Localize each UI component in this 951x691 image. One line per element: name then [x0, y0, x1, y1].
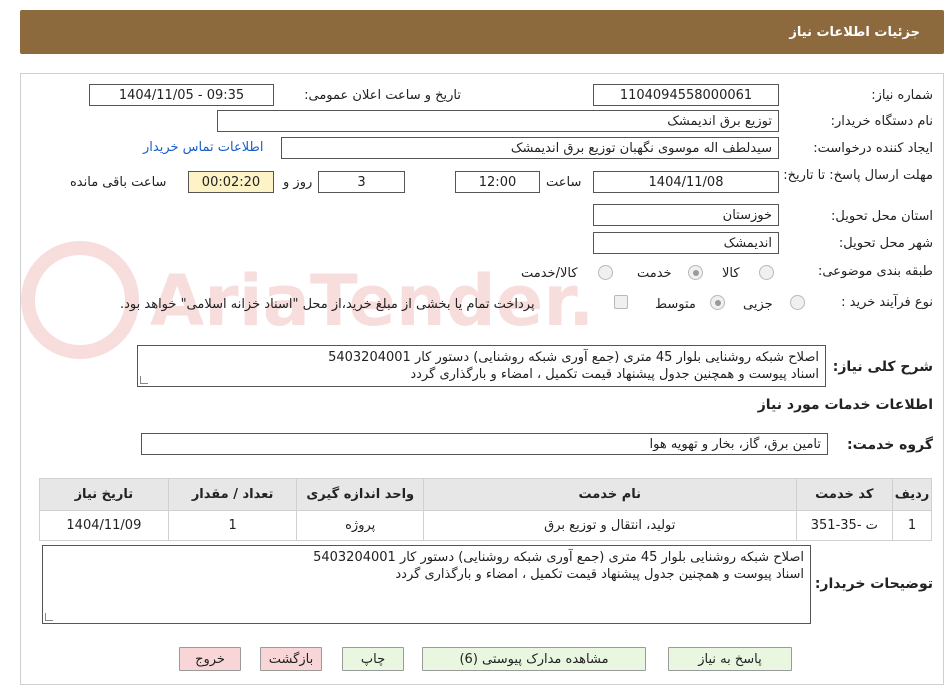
- city-label: شهر محل تحویل:: [838, 236, 933, 251]
- table-row: 1 ت -35-351 تولید، انتقال و توزیع برق پر…: [39, 510, 932, 541]
- days-value: 3: [357, 174, 366, 190]
- days-field: 3: [318, 171, 405, 193]
- requester-value: سیدلطف اله موسوی نگهبان توزیع برق اندیمش…: [510, 140, 772, 156]
- buyer-org-label: نام دستگاه خریدار:: [830, 114, 933, 129]
- treasury-checkbox[interactable]: [614, 295, 628, 309]
- buyer-notes-label: توضیحات خریدار:: [814, 576, 933, 592]
- cell-row-number: 1: [892, 510, 932, 541]
- remaining-time-label: ساعت باقی مانده: [70, 175, 167, 190]
- process-option-minor: جزیی: [743, 297, 773, 312]
- service-group-value: تامین برق، گاز، بخار و تهویه هوا: [649, 436, 821, 452]
- service-group-field: تامین برق، گاز، بخار و تهویه هوا: [141, 433, 828, 455]
- announce-field: 1404/11/05 - 09:35: [89, 84, 274, 106]
- remaining-time-field: 00:02:20: [188, 171, 274, 193]
- category-label: طبقه بندی موضوعی:: [817, 264, 933, 279]
- cell-unit: پروژه: [296, 510, 425, 541]
- col-header-unit: واحد اندازه گیری: [296, 478, 425, 511]
- days-label: روز و: [283, 175, 313, 190]
- page-header: جزئیات اطلاعات نیاز: [20, 10, 944, 54]
- process-label: نوع فرآیند خرید :: [841, 295, 933, 310]
- col-header-need-date: تاریخ نیاز: [39, 478, 169, 511]
- city-field: اندیمشک: [593, 232, 779, 254]
- category-radio-goods[interactable]: [759, 265, 774, 280]
- category-radio-service[interactable]: [688, 265, 703, 280]
- services-table: ردیف کد خدمت نام خدمت واحد اندازه گیری ت…: [39, 478, 932, 541]
- treasury-note: پرداخت تمام یا بخشی از مبلغ خرید،از محل …: [120, 297, 535, 312]
- buyer-org-value: توزیع برق اندیمشک: [667, 113, 772, 129]
- service-group-label: گروه خدمت:: [847, 437, 933, 453]
- buyer-contact-link[interactable]: اطلاعات تماس خریدار: [143, 140, 263, 155]
- deadline-time-field: 12:00: [455, 171, 540, 193]
- province-field: خوزستان: [593, 204, 779, 226]
- page-title: جزئیات اطلاعات نیاز: [789, 24, 920, 40]
- category-radio-goods-service[interactable]: [598, 265, 613, 280]
- col-header-service-code: کد خدمت: [795, 478, 894, 511]
- deadline-time-label: ساعت: [546, 175, 582, 190]
- category-option-service: خدمت: [637, 266, 672, 281]
- deadline-date-field: 1404/11/08: [593, 171, 779, 193]
- remaining-time-value: 00:02:20: [201, 174, 261, 190]
- requester-label: ایجاد کننده درخواست:: [813, 141, 933, 156]
- requester-field: سیدلطف اله موسوی نگهبان توزیع برق اندیمش…: [281, 137, 779, 159]
- reply-button[interactable]: پاسخ به نیاز: [668, 647, 792, 671]
- category-option-goods: کالا: [722, 266, 740, 281]
- province-value: خوزستان: [722, 207, 772, 223]
- resize-handle-icon[interactable]: [140, 376, 148, 384]
- services-section-title: اطلاعات خدمات مورد نیاز: [757, 397, 933, 413]
- deadline-label: مهلت ارسال پاسخ: تا تاریخ:: [783, 168, 933, 183]
- cell-need-date: 1404/11/09: [39, 510, 169, 541]
- process-option-medium: متوسط: [655, 297, 696, 312]
- announce-label: تاریخ و ساعت اعلان عمومی:: [304, 88, 461, 103]
- deadline-date-value: 1404/11/08: [648, 174, 724, 190]
- table-header-row: ردیف کد خدمت نام خدمت واحد اندازه گیری ت…: [39, 478, 932, 511]
- need-number-label: شماره نیاز:: [871, 88, 933, 103]
- need-number-field: 1104094558000061: [593, 84, 779, 106]
- category-option-goods-service: کالا/خدمت: [521, 266, 578, 281]
- col-header-quantity: تعداد / مقدار: [167, 478, 298, 511]
- col-header-row-number: ردیف: [892, 478, 932, 511]
- exit-button[interactable]: خروج: [179, 647, 241, 671]
- buyer-notes-textarea[interactable]: اصلاح شبکه روشنایی بلوار 45 متری (جمع آو…: [42, 545, 811, 624]
- view-attachments-button[interactable]: مشاهده مدارک پیوستی (6): [422, 647, 646, 671]
- process-radio-minor[interactable]: [790, 295, 805, 310]
- cell-service-name: تولید، انتقال و توزیع برق: [423, 510, 797, 541]
- city-value: اندیمشک: [723, 235, 772, 251]
- description-textarea[interactable]: اصلاح شبکه روشنایی بلوار 45 متری (جمع آو…: [137, 345, 826, 387]
- back-button[interactable]: بازگشت: [260, 647, 322, 671]
- deadline-time-value: 12:00: [478, 174, 517, 190]
- announce-value: 1404/11/05 - 09:35: [118, 87, 245, 103]
- cell-service-code: ت -35-351: [795, 510, 894, 541]
- col-header-service-name: نام خدمت: [423, 478, 797, 511]
- print-button[interactable]: چاپ: [342, 647, 404, 671]
- cell-quantity: 1: [167, 510, 298, 541]
- buyer-org-field: توزیع برق اندیمشک: [217, 110, 779, 132]
- description-label: شرح کلی نیاز:: [832, 359, 933, 375]
- province-label: استان محل تحویل:: [831, 209, 933, 224]
- resize-handle-icon[interactable]: [45, 613, 53, 621]
- need-number-value: 1104094558000061: [619, 87, 753, 103]
- process-radio-medium[interactable]: [710, 295, 725, 310]
